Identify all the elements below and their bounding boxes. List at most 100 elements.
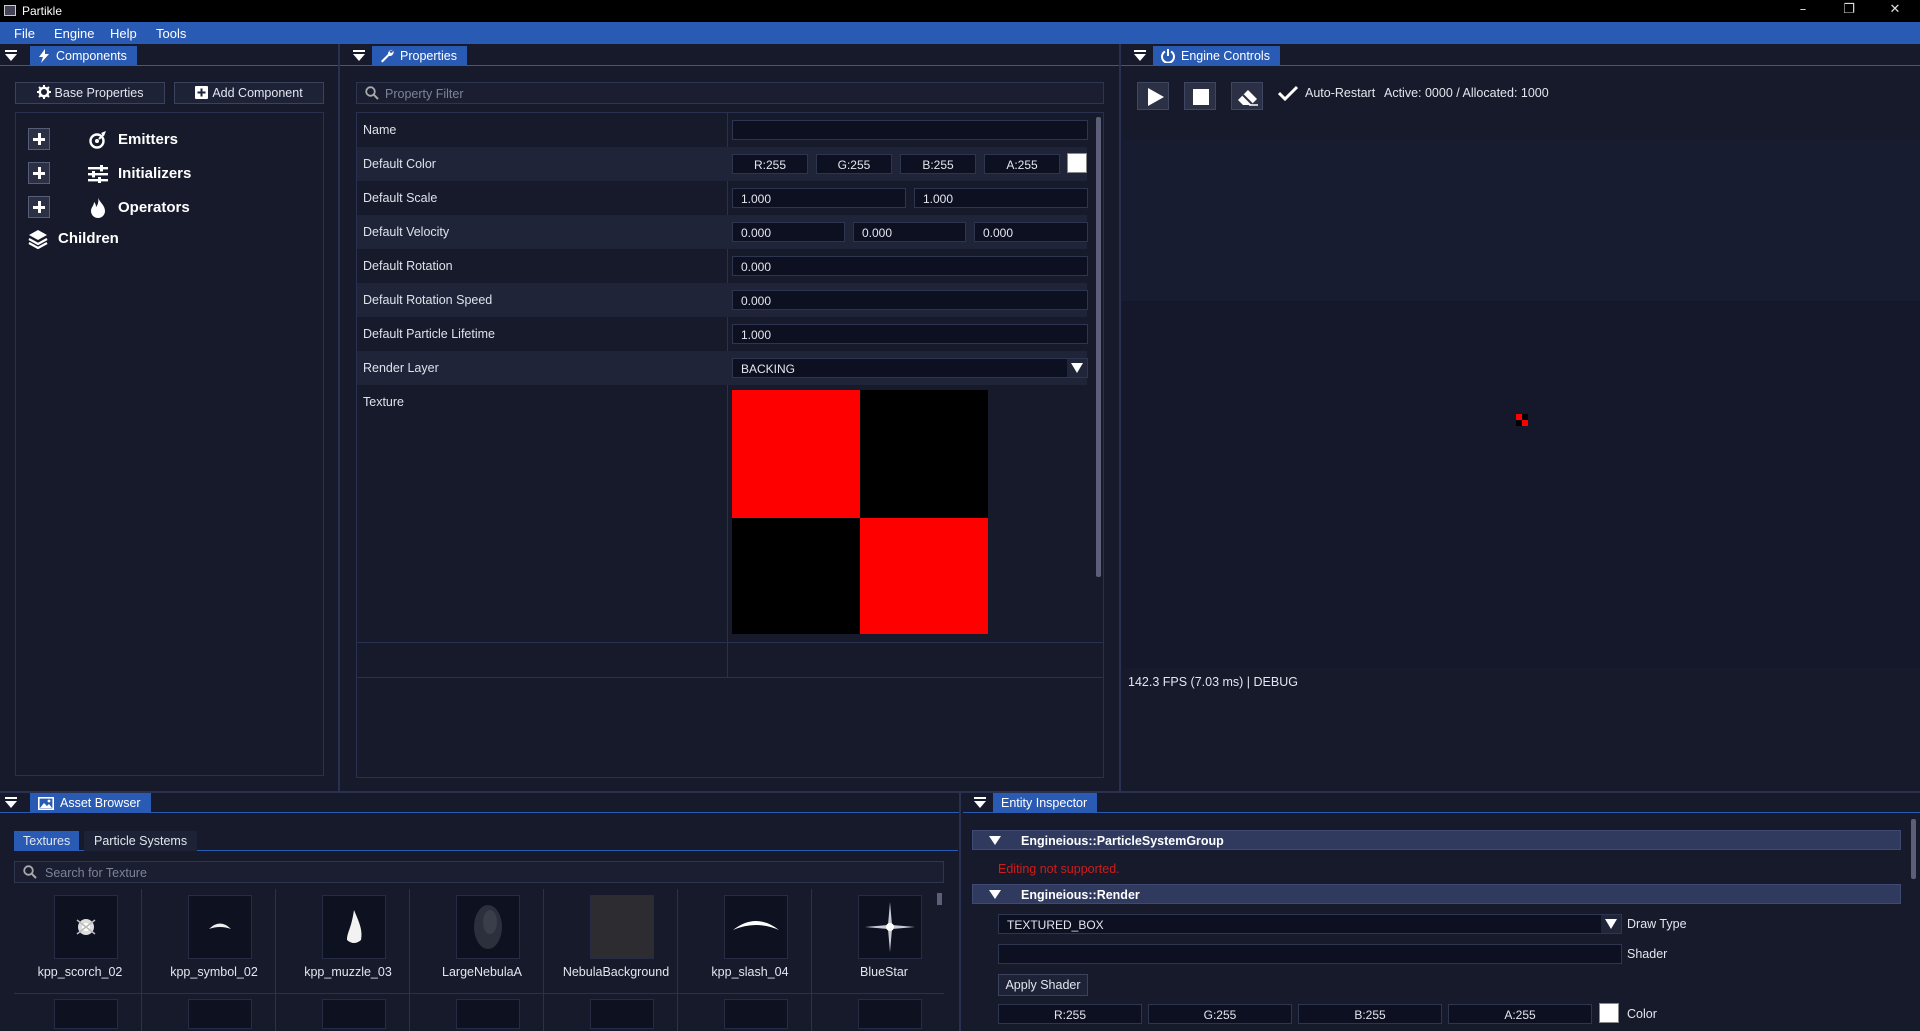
scrollbar[interactable] — [1096, 117, 1101, 577]
asset-thumbnail[interactable] — [590, 999, 654, 1029]
tab-entity-inspector[interactable]: Entity Inspector — [993, 793, 1098, 813]
subtab-textures[interactable]: Textures — [14, 831, 80, 851]
velocity-z-field[interactable]: 0.000 — [974, 222, 1088, 242]
rotation-speed-field[interactable]: 0.000 — [732, 290, 1088, 310]
add-initializer-icon[interactable] — [28, 162, 50, 184]
auto-restart-checkbox[interactable] — [1278, 85, 1298, 101]
asset-thumbnail — [456, 895, 520, 959]
dropdown-button[interactable] — [1067, 359, 1087, 377]
render-color-swatch[interactable] — [1599, 1003, 1619, 1023]
texture-search-input[interactable]: Search for Texture — [14, 861, 944, 883]
asset-tile[interactable]: kpp_muzzle_03 — [282, 889, 414, 989]
texture-preview[interactable] — [732, 390, 988, 634]
property-filter-input[interactable]: Property Filter — [356, 82, 1104, 104]
scale-y-field[interactable]: 1.000 — [914, 188, 1088, 208]
texture-search-placeholder: Search for Texture — [45, 866, 147, 880]
color-g-field[interactable]: G:255 — [816, 154, 892, 174]
asset-thumbnail — [590, 895, 654, 959]
subtab-particle-systems[interactable]: Particle Systems — [84, 831, 198, 851]
render-color-r-field[interactable]: R:255 — [998, 1004, 1142, 1024]
scale-x-field[interactable]: 1.000 — [732, 188, 906, 208]
engine-controls-panel: Engine Controls Auto-Restart Active: 000… — [1121, 44, 1920, 792]
menu-file[interactable]: File — [14, 26, 35, 41]
render-layer-select[interactable]: BACKING — [732, 358, 1088, 378]
triangle-down-icon — [989, 836, 1001, 845]
asset-tile[interactable]: BlueStar — [818, 889, 944, 989]
asset-thumbnail — [724, 895, 788, 959]
close-button[interactable]: ✕ — [1872, 0, 1918, 22]
default-scale-label: Default Scale — [363, 191, 438, 205]
tab-properties[interactable]: Properties — [372, 46, 467, 66]
render-color-b-field[interactable]: B:255 — [1298, 1004, 1442, 1024]
base-properties-button[interactable]: Base Properties — [15, 82, 165, 104]
tab-asset-browser[interactable]: Asset Browser — [30, 793, 151, 813]
asset-scrollbar[interactable] — [937, 893, 942, 905]
name-field[interactable] — [732, 120, 1088, 140]
menu-help[interactable]: Help — [110, 26, 137, 41]
prop-row-default-rotation: Default Rotation — [357, 249, 727, 283]
add-emitter-icon[interactable] — [28, 128, 50, 150]
asset-tile[interactable]: LargeNebulaA — [416, 889, 548, 989]
app-icon — [4, 5, 16, 16]
asset-thumbnail[interactable] — [188, 999, 252, 1029]
render-color-a-field[interactable]: A:255 — [1448, 1004, 1592, 1024]
tab-engine-controls[interactable]: Engine Controls — [1153, 46, 1280, 66]
asset-tile[interactable]: kpp_scorch_02 — [14, 889, 146, 989]
editing-not-supported-message: Editing not supported. — [998, 862, 1120, 876]
asset-thumbnail[interactable] — [858, 999, 922, 1029]
draw-type-select[interactable]: TEXTURED_BOX — [998, 914, 1622, 934]
asset-thumbnail[interactable] — [724, 999, 788, 1029]
stop-button[interactable] — [1184, 82, 1216, 110]
menu-engine[interactable]: Engine — [54, 26, 94, 41]
tab-asset-browser-label: Asset Browser — [60, 796, 141, 810]
collapse-arrow-icon[interactable] — [352, 50, 366, 62]
collapse-arrow-icon[interactable] — [4, 797, 18, 809]
restore-button[interactable]: ❐ — [1826, 0, 1872, 22]
clear-button[interactable] — [1231, 82, 1263, 110]
render-color-g-field[interactable]: G:255 — [1148, 1004, 1292, 1024]
fps-readout: 142.3 FPS (7.03 ms) | DEBUG — [1128, 675, 1298, 689]
render-layer-label: Render Layer — [363, 361, 439, 375]
grid-divider — [727, 113, 728, 677]
plus-square-icon — [195, 86, 209, 99]
draw-type-label: Draw Type — [1627, 917, 1687, 931]
velocity-y-field[interactable]: 0.000 — [853, 222, 966, 242]
dropdown-button[interactable] — [1601, 915, 1621, 933]
collapse-arrow-icon[interactable] — [4, 50, 18, 62]
search-icon — [23, 865, 37, 879]
asset-tile[interactable]: kpp_symbol_02 — [148, 889, 280, 989]
menu-tools[interactable]: Tools — [156, 26, 186, 41]
asset-tile[interactable]: kpp_slash_04 — [684, 889, 816, 989]
asset-browser-tabstrip: Asset Browser — [0, 793, 959, 813]
render-viewport[interactable] — [1122, 140, 1920, 716]
color-r-field[interactable]: R:255 — [732, 154, 808, 174]
play-button[interactable] — [1137, 82, 1169, 110]
fire-icon — [91, 197, 105, 218]
shader-input[interactable] — [998, 944, 1622, 964]
asset-thumbnail[interactable] — [322, 999, 386, 1029]
velocity-x-field[interactable]: 0.000 — [732, 222, 845, 242]
add-operator-icon[interactable] — [28, 196, 50, 218]
asset-thumbnail[interactable] — [456, 999, 520, 1029]
group-header-particle-system-group[interactable]: Engineious::ParticleSystemGroup — [972, 830, 1901, 850]
apply-shader-button[interactable]: Apply Shader — [998, 974, 1088, 996]
tab-components[interactable]: Components — [30, 46, 137, 66]
color-a-field[interactable]: A:255 — [984, 154, 1060, 174]
asset-tile[interactable]: NebulaBackground — [550, 889, 682, 989]
asset-label: kpp_symbol_02 — [170, 965, 258, 979]
add-component-button[interactable]: Add Component — [174, 82, 324, 104]
minimize-button[interactable]: – — [1780, 0, 1826, 22]
group-header-render[interactable]: Engineious::Render — [972, 884, 1901, 904]
emitters-label: Emitters — [118, 131, 179, 148]
texture-tile-2 — [860, 390, 988, 518]
properties-panel: Properties Property Filter Name Default … — [340, 44, 1121, 792]
particle-lifetime-field[interactable]: 1.000 — [732, 324, 1088, 344]
rotation-field[interactable]: 0.000 — [732, 256, 1088, 276]
color-swatch[interactable] — [1067, 153, 1087, 173]
collapse-arrow-icon[interactable] — [973, 797, 987, 809]
color-b-field[interactable]: B:255 — [900, 154, 976, 174]
asset-thumbnail[interactable] — [54, 999, 118, 1029]
render-layer-value: BACKING — [741, 362, 796, 376]
inspector-scrollbar[interactable] — [1911, 819, 1916, 879]
collapse-arrow-icon[interactable] — [1133, 50, 1147, 62]
